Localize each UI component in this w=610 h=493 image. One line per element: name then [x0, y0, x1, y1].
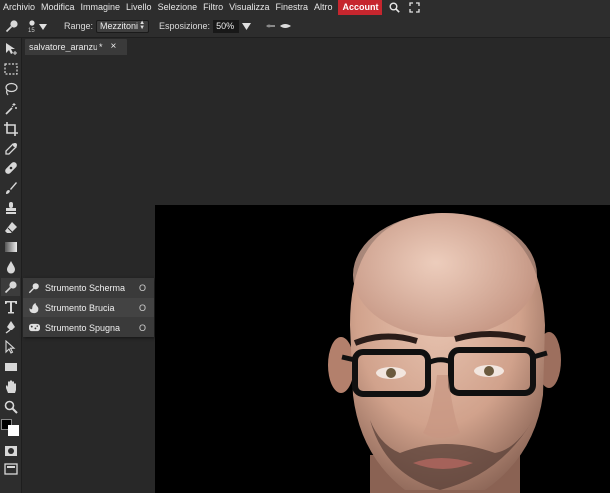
flyout-item-burn[interactable]: Strumento Brucia O [23, 298, 154, 317]
menu-finestra[interactable]: Finestra [272, 0, 311, 15]
account-button[interactable]: Account [338, 0, 383, 15]
healing-brush-icon[interactable] [1, 159, 20, 177]
path-select-icon[interactable] [1, 338, 20, 356]
flyout-item-dodge[interactable]: Strumento Scherma O [23, 278, 154, 297]
menu-modifica[interactable]: Modifica [38, 0, 78, 15]
document-tab[interactable]: salvatore_aranzulla * × [25, 39, 127, 55]
exposure-dropdown-icon[interactable] [242, 22, 252, 30]
portrait-photo [155, 205, 610, 493]
flyout-item-label: Strumento Scherma [45, 282, 126, 293]
range-label: Range: [64, 21, 94, 31]
gradient-icon[interactable] [1, 238, 20, 256]
eyedropper-icon[interactable] [1, 140, 20, 158]
menu-immagine[interactable]: Immagine [78, 0, 124, 15]
unsaved-marker: * [99, 42, 103, 52]
tool-flyout-menu: Strumento Scherma O Strumento Brucia O S… [23, 278, 154, 337]
clone-stamp-icon[interactable] [1, 199, 20, 217]
move-tool-icon[interactable] [1, 40, 20, 58]
quick-mask-icon[interactable] [1, 442, 20, 460]
range-value: Mezzitoni [100, 20, 139, 31]
eraser-icon[interactable] [1, 219, 20, 237]
flyout-item-shortcut: O [139, 282, 147, 293]
crop-tool-icon[interactable] [1, 120, 20, 138]
blur-tool-icon[interactable] [1, 258, 20, 276]
flyout-item-sponge[interactable]: Strumento Spugna O [23, 318, 154, 337]
color-swatches-icon[interactable] [0, 416, 22, 438]
search-icon[interactable] [386, 0, 402, 15]
range-select[interactable]: Mezzitoni ▲ ▼ [96, 19, 150, 33]
flyout-item-shortcut: O [139, 302, 147, 313]
brush-tool-icon[interactable] [1, 179, 20, 197]
menu-livello[interactable]: Livello [123, 0, 155, 15]
document-tab-title: salvatore_aranzulla [29, 42, 97, 52]
document-tabs: salvatore_aranzulla * × [22, 38, 610, 55]
menu-selezione[interactable]: Selezione [155, 0, 201, 15]
exposure-input[interactable]: 50% [213, 19, 240, 33]
magic-wand-icon[interactable] [1, 100, 20, 118]
dodge-tool-button[interactable] [1, 278, 20, 296]
dodge-tool-icon[interactable] [2, 16, 22, 36]
pen-tool-icon[interactable] [1, 318, 20, 336]
photopea-editor: Archivio Modifica Immagine Livello Selez… [0, 0, 610, 493]
brush-size-picker[interactable]: 15 [28, 16, 48, 36]
flyout-item-label: Strumento Brucia [45, 302, 115, 313]
flyout-item-shortcut: O [139, 322, 147, 333]
menu-altro[interactable]: Altro [311, 0, 336, 15]
screen-mode-icon[interactable] [1, 460, 20, 478]
flyout-item-label: Strumento Spugna [45, 322, 121, 333]
fullscreen-icon[interactable] [406, 0, 422, 15]
sponge-tool-icon [27, 321, 41, 335]
exposure-label: Esposizione: [159, 21, 211, 31]
dodge-tool-icon [4, 281, 17, 294]
lasso-tool-icon[interactable] [1, 80, 20, 98]
menu-filtro[interactable]: Filtro [200, 0, 226, 15]
menubar: Archivio Modifica Immagine Livello Selez… [0, 0, 610, 15]
brush-size-value: 15 [28, 28, 35, 34]
menu-visualizza[interactable]: Visualizza [226, 0, 272, 15]
chevron-down-icon [39, 24, 47, 30]
select-arrows-icon: ▲ ▼ [139, 20, 146, 31]
burn-tool-icon [27, 301, 41, 315]
tool-options-bar: 15 Range: Mezzitoni ▲ ▼ Esposizione: 50% [0, 15, 610, 38]
close-icon[interactable]: × [111, 42, 117, 52]
tools-panel [0, 38, 22, 493]
background-color-swatch[interactable] [8, 425, 19, 436]
hand-tool-icon[interactable] [1, 378, 20, 396]
menu-archivio[interactable]: Archivio [0, 0, 38, 15]
dodge-tool-icon [27, 281, 41, 295]
type-tool-icon[interactable] [1, 298, 20, 316]
zoom-tool-icon[interactable] [1, 398, 20, 416]
airbrush-toggle-icon[interactable] [265, 22, 293, 30]
document-canvas[interactable] [155, 205, 610, 493]
marquee-tool-icon[interactable] [1, 60, 20, 78]
rectangle-tool-icon[interactable] [1, 358, 20, 376]
